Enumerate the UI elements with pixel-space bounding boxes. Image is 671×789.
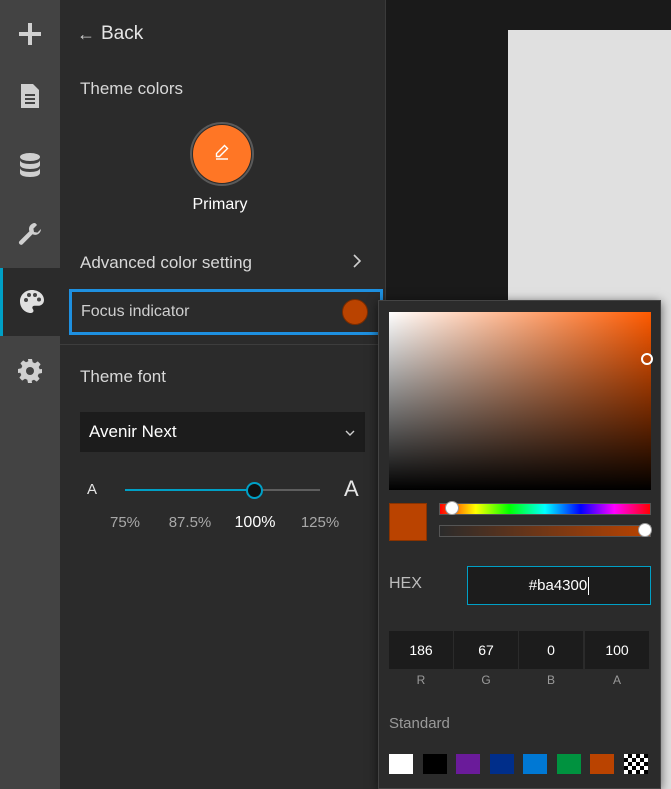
green-channel-input[interactable]: 67 xyxy=(454,631,518,669)
font-size-slider[interactable] xyxy=(125,480,320,500)
saturation-handle[interactable] xyxy=(641,353,653,365)
chevron-down-icon xyxy=(345,425,355,439)
advanced-color-label: Advanced color setting xyxy=(80,253,252,272)
slider-thumb[interactable] xyxy=(245,482,263,499)
standard-swatch-blue[interactable] xyxy=(523,754,547,774)
palette-icon xyxy=(18,288,46,316)
hue-knob[interactable] xyxy=(445,501,459,515)
font-size-tick[interactable]: 75% xyxy=(95,514,155,531)
left-rail xyxy=(0,0,60,789)
blue-channel-label: B xyxy=(546,673,555,687)
standard-swatch-white[interactable] xyxy=(389,754,413,774)
primary-color-fill xyxy=(193,125,251,183)
data-icon xyxy=(18,152,42,178)
standard-swatch-navy[interactable] xyxy=(489,754,514,774)
hex-input[interactable]: #ba4300 xyxy=(467,566,651,605)
theme-font-heading: Theme font xyxy=(80,367,166,386)
focus-indicator-swatch[interactable] xyxy=(342,299,368,325)
theme-settings-panel: ← Back Theme colors Primary Advanced col… xyxy=(60,0,386,789)
standard-swatch-black[interactable] xyxy=(422,754,447,774)
red-channel-input[interactable]: 186 xyxy=(389,631,453,669)
hue-slider[interactable] xyxy=(439,501,651,515)
standard-colors-label: Standard xyxy=(389,715,450,732)
plus-icon xyxy=(17,21,43,47)
gear-icon xyxy=(17,358,43,384)
font-size-tick[interactable]: 87.5% xyxy=(160,514,220,531)
font-size-tick-selected[interactable]: 100% xyxy=(225,514,285,532)
primary-color-swatch[interactable] xyxy=(190,122,254,186)
font-size-tick[interactable]: 125% xyxy=(290,514,350,531)
font-select-value: Avenir Next xyxy=(89,422,177,441)
standard-swatch-orange[interactable] xyxy=(590,754,614,774)
alpha-channel-input[interactable]: 100 xyxy=(585,631,649,669)
slider-track-filled xyxy=(125,489,254,491)
font-size-small-glyph: A xyxy=(87,481,98,498)
back-button[interactable]: ← Back xyxy=(77,22,143,46)
divider xyxy=(60,344,386,345)
slider-track xyxy=(254,489,320,491)
text-caret xyxy=(588,576,590,595)
red-channel-label: R xyxy=(416,673,426,687)
opacity-knob[interactable] xyxy=(638,523,652,537)
rail-item-data[interactable] xyxy=(0,131,60,199)
chevron-right-icon xyxy=(352,253,362,274)
back-label: Back xyxy=(101,23,144,44)
pencil-icon xyxy=(213,143,231,166)
arrow-left-icon: ← xyxy=(77,23,95,44)
standard-swatch-green[interactable] xyxy=(556,754,581,774)
primary-label: Primary xyxy=(192,196,248,213)
hex-label: HEX xyxy=(389,575,422,592)
blue-channel-input[interactable]: 0 xyxy=(519,631,583,669)
saturation-area[interactable] xyxy=(389,312,653,490)
font-select[interactable]: Avenir Next xyxy=(80,412,365,452)
green-channel-label: G xyxy=(481,673,491,687)
standard-swatch-transparent[interactable] xyxy=(623,754,648,774)
rail-item-settings[interactable] xyxy=(0,337,60,405)
rail-item-add[interactable] xyxy=(0,0,60,68)
focus-indicator-row[interactable]: Focus indicator xyxy=(69,289,383,335)
rail-item-page[interactable] xyxy=(0,62,60,130)
focus-indicator-label: Focus indicator xyxy=(81,303,190,320)
rail-item-theme[interactable] xyxy=(0,268,60,336)
page-icon xyxy=(19,83,41,109)
wrench-icon xyxy=(17,221,43,247)
font-size-large-glyph: A xyxy=(344,476,359,501)
advanced-color-setting-row[interactable]: Advanced color setting xyxy=(80,246,362,280)
color-picker-popover: HEX #ba4300 186 67 0 100 R G B A Standar… xyxy=(378,300,661,789)
theme-colors-heading: Theme colors xyxy=(80,79,183,98)
opacity-slider[interactable] xyxy=(439,523,652,537)
alpha-channel-label: A xyxy=(612,673,621,687)
standard-swatch-purple[interactable] xyxy=(456,754,480,774)
current-color-swatch xyxy=(389,503,427,541)
rail-item-tools[interactable] xyxy=(0,200,60,268)
hex-value: #ba4300 xyxy=(528,577,588,594)
